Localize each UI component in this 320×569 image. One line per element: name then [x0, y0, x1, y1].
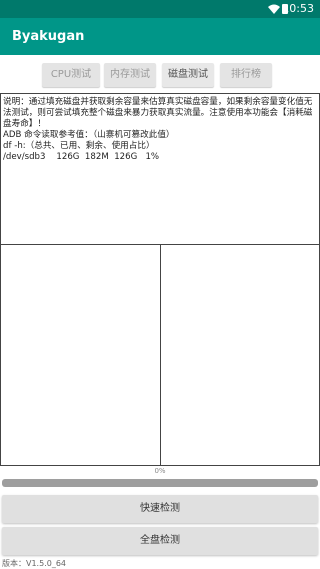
disk-info-text: 说明：通过填充磁盘并获取剩余容量来估算真实磁盘容量，如果剩余容量变化值无法测试，…: [0, 93, 320, 245]
tab-bar: CPU测试 内存测试 磁盘测试 排行榜: [0, 55, 320, 93]
tab-disk-test[interactable]: 磁盘测试: [162, 63, 214, 87]
tab-memory-test[interactable]: 内存测试: [104, 63, 156, 87]
status-time: 10:53: [282, 2, 314, 15]
status-bar: 10:53: [0, 0, 320, 18]
tab-cpu-test[interactable]: CPU测试: [42, 63, 100, 87]
progress-bar: [2, 479, 318, 487]
tab-leaderboard[interactable]: 排行榜: [220, 63, 272, 87]
full-detect-button[interactable]: 全盘检测: [2, 527, 318, 555]
chart-panel-left: [0, 244, 161, 466]
wifi-icon: [268, 4, 280, 14]
quick-detect-button[interactable]: 快速检测: [2, 495, 318, 523]
chart-panel-right: [160, 244, 320, 466]
app-title: Byakugan: [12, 29, 85, 44]
progress-percent: 0%: [154, 467, 166, 475]
app-bar: Byakugan: [0, 18, 320, 55]
version-label: 版本：V1.5.0_64: [2, 559, 67, 568]
